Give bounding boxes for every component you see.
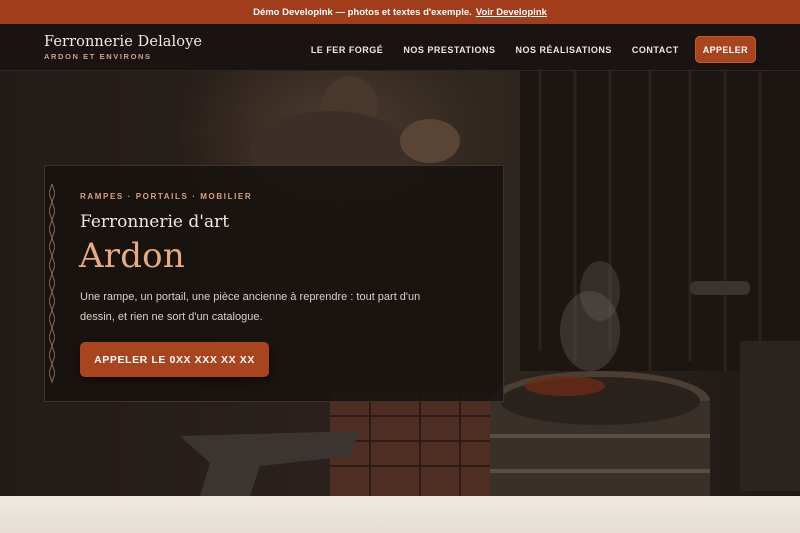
next-section-strip	[0, 496, 800, 533]
brand-subtitle: ARDON ET ENVIRONS	[44, 52, 152, 61]
nav-item-contact[interactable]: CONTACT	[632, 38, 679, 62]
main-nav: LE FER FORGÉ NOS PRESTATIONS NOS RÉALISA…	[291, 36, 756, 63]
demo-banner-text: Démo Developink — photos et textes d'exe…	[253, 6, 472, 18]
site-header: Ferronnerie Delaloye ARDON ET ENVIRONS L…	[0, 24, 800, 71]
nav-item-fer-forge[interactable]: LE FER FORGÉ	[311, 38, 384, 62]
nav-item-realisations[interactable]: NOS RÉALISATIONS	[516, 38, 612, 62]
call-header-button[interactable]: APPELER	[694, 36, 756, 63]
call-phone-button[interactable]: APPELER LE 0XX XXX XX XX	[80, 342, 269, 377]
hero-card: RAMPES · PORTAILS · MOBILIER Ferronnerie…	[44, 165, 504, 402]
hero-title: Ardon	[79, 236, 185, 276]
hero-eyebrow: RAMPES · PORTAILS · MOBILIER	[80, 192, 253, 201]
demo-banner: Démo Developink — photos et textes d'exe…	[0, 0, 800, 24]
hero-description: Une rampe, un portail, une pièce ancienn…	[80, 291, 421, 323]
nav-item-prestations[interactable]: NOS PRESTATIONS	[403, 38, 495, 62]
ornament-divider	[49, 184, 55, 384]
hero-subtitle: Ferronnerie d'art	[80, 212, 230, 232]
demo-banner-link[interactable]: Voir Developink	[476, 7, 547, 18]
hero-section: RAMPES · PORTAILS · MOBILIER Ferronnerie…	[0, 71, 800, 496]
brand-name: Ferronnerie Delaloye	[44, 34, 203, 50]
brand-logo[interactable]: Ferronnerie Delaloye ARDON ET ENVIRONS	[44, 34, 202, 61]
